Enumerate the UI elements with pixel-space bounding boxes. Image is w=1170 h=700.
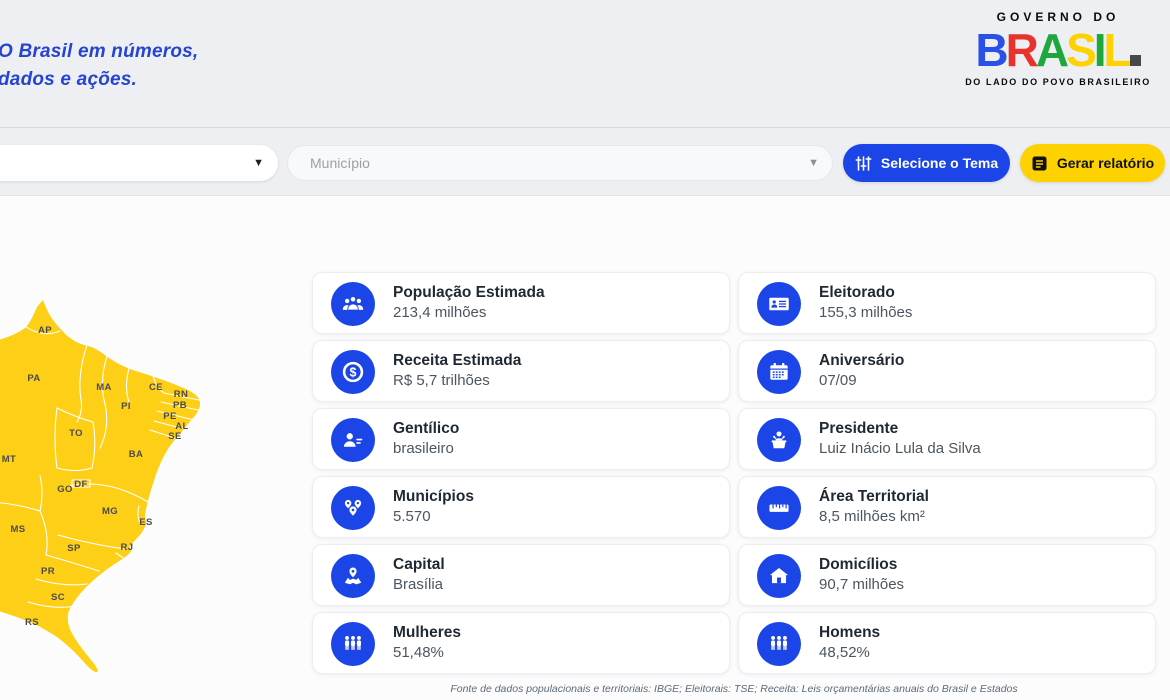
generate-report-button[interactable]: Gerar relatório: [1020, 144, 1165, 182]
card-title: Mulheres: [393, 623, 461, 643]
state-label-sp: SP: [67, 543, 81, 554]
card-value: R$ 5,7 trilhões: [393, 371, 521, 391]
logo-bottom-text: DO LADO DO POVO BRASILEIRO: [958, 77, 1158, 87]
state-label-es: ES: [139, 517, 152, 528]
card-title: População Estimada: [393, 283, 545, 303]
hero-tagline-line2: dados e ações.: [0, 66, 198, 94]
state-label-rj: RJ: [121, 542, 134, 553]
map-pins-icon: [331, 486, 375, 530]
logo-brasil-wordmark: BRASIL: [958, 26, 1158, 74]
stats-column-right: Eleitorado 155,3 milhões: [738, 272, 1156, 674]
stat-card-capital: Capital Brasília: [312, 544, 730, 606]
dollar-circle-icon: $: [331, 350, 375, 394]
card-value: 07/09: [819, 371, 904, 391]
stat-card-gentilico: Gentílico brasileiro: [312, 408, 730, 470]
page: O Brasil em números, dados e ações. GOVE…: [0, 0, 1170, 700]
state-label-mg: MG: [102, 506, 118, 517]
state-label-pb: PB: [173, 400, 187, 411]
card-value: Luiz Inácio Lula da Silva: [819, 439, 981, 459]
document-icon: [1031, 155, 1048, 172]
house-icon: [757, 554, 801, 598]
state-label-ap: AP: [38, 325, 52, 336]
stat-card-homens: Homens 48,52%: [738, 612, 1156, 674]
governo-do-brasil-logo: GOVERNO DO BRASIL DO LADO DO POVO BRASIL…: [958, 10, 1158, 87]
card-title: Eleitorado: [819, 283, 912, 303]
stat-card-domicilios: Domicílios 90,7 milhões: [738, 544, 1156, 606]
card-title: Homens: [819, 623, 880, 643]
stat-card-presidente: Presidente Luiz Inácio Lula da Silva: [738, 408, 1156, 470]
state-label-go: GO: [57, 484, 73, 495]
state-label-se: SE: [168, 431, 181, 442]
id-card-icon: [757, 282, 801, 326]
state-label-ba: BA: [129, 449, 144, 460]
state-label-ms: MS: [10, 524, 25, 535]
card-value: 213,4 milhões: [393, 303, 545, 323]
state-label-pi: PI: [121, 401, 131, 412]
municipality-placeholder: Município: [310, 155, 370, 171]
state-label-ce: CE: [149, 382, 163, 393]
state-label-ma: MA: [96, 382, 112, 393]
svg-text:$: $: [350, 365, 357, 379]
stat-card-municipios: Municípios 5.570: [312, 476, 730, 538]
stat-card-area-territorial: Área Territorial 8,5 milhões km²: [738, 476, 1156, 538]
card-title: Municípios: [393, 487, 474, 507]
logo-top-text: GOVERNO DO: [958, 10, 1158, 24]
card-title: Presidente: [819, 419, 981, 439]
card-title: Capital: [393, 555, 445, 575]
data-source-footnote: Fonte de dados populacionais e territori…: [298, 683, 1170, 695]
sliders-icon: [855, 155, 872, 172]
select-theme-label: Selecione o Tema: [881, 155, 998, 171]
hero-section: O Brasil em números, dados e ações. GOVE…: [0, 0, 1170, 127]
stat-card-populacao-estimada: População Estimada 213,4 milhões: [312, 272, 730, 334]
people-standing-icon: [331, 622, 375, 666]
hero-tagline: O Brasil em números, dados e ações.: [0, 38, 198, 94]
card-value: 48,52%: [819, 643, 880, 663]
state-label-pr: PR: [41, 566, 55, 577]
logo-dark-square: [1130, 55, 1141, 66]
stats-column-left: População Estimada 213,4 milhões $ Recei…: [312, 272, 730, 674]
ruler-icon: [757, 486, 801, 530]
stat-card-eleitorado: Eleitorado 155,3 milhões: [738, 272, 1156, 334]
state-label-mt: MT: [2, 454, 17, 465]
card-title: Aniversário: [819, 351, 904, 371]
filter-bar: ▼ Município ▼ Selecione o Tema: [0, 128, 1170, 196]
state-label-rn: RN: [174, 389, 189, 400]
person-info-icon: [331, 418, 375, 462]
stat-card-mulheres: Mulheres 51,48%: [312, 612, 730, 674]
state-label-to: TO: [69, 428, 83, 439]
card-title: Domicílios: [819, 555, 904, 575]
state-label-sc: SC: [51, 592, 65, 603]
chevron-down-icon: ▼: [253, 157, 264, 169]
hero-tagline-line1: O Brasil em números,: [0, 38, 198, 66]
select-theme-button[interactable]: Selecione o Tema: [843, 144, 1010, 182]
card-title: Receita Estimada: [393, 351, 521, 371]
state-label-rs: RS: [25, 617, 39, 628]
podium-icon: [757, 418, 801, 462]
stat-card-receita-estimada: $ Receita Estimada R$ 5,7 trilhões: [312, 340, 730, 402]
brazil-map[interactable]: APPAMACERNPBPEALSEPITOMTBAGODFMGESMSSPRJ…: [0, 290, 210, 680]
state-label-df: DF: [74, 479, 87, 490]
main-content: APPAMACERNPBPEALSEPITOMTBAGODFMGESMSSPRJ…: [0, 196, 1170, 700]
people-group-icon: [331, 282, 375, 326]
card-value: 8,5 milhões km²: [819, 507, 929, 527]
calendar-icon: [757, 350, 801, 394]
card-value: 155,3 milhões: [819, 303, 912, 323]
card-value: 5.570: [393, 507, 474, 527]
people-standing-icon: [757, 622, 801, 666]
card-title: Área Territorial: [819, 487, 929, 507]
generate-report-label: Gerar relatório: [1057, 155, 1154, 171]
card-title: Gentílico: [393, 419, 459, 439]
state-select[interactable]: ▼: [0, 145, 278, 181]
map-pin-icon: [331, 554, 375, 598]
card-value: 51,48%: [393, 643, 461, 663]
card-value: Brasília: [393, 575, 445, 595]
card-value: 90,7 milhões: [819, 575, 904, 595]
municipality-select[interactable]: Município ▼: [287, 145, 833, 181]
chevron-down-icon: ▼: [808, 157, 819, 169]
card-value: brasileiro: [393, 439, 459, 459]
stat-card-aniversario: Aniversário 07/09: [738, 340, 1156, 402]
state-label-pa: PA: [27, 373, 40, 384]
